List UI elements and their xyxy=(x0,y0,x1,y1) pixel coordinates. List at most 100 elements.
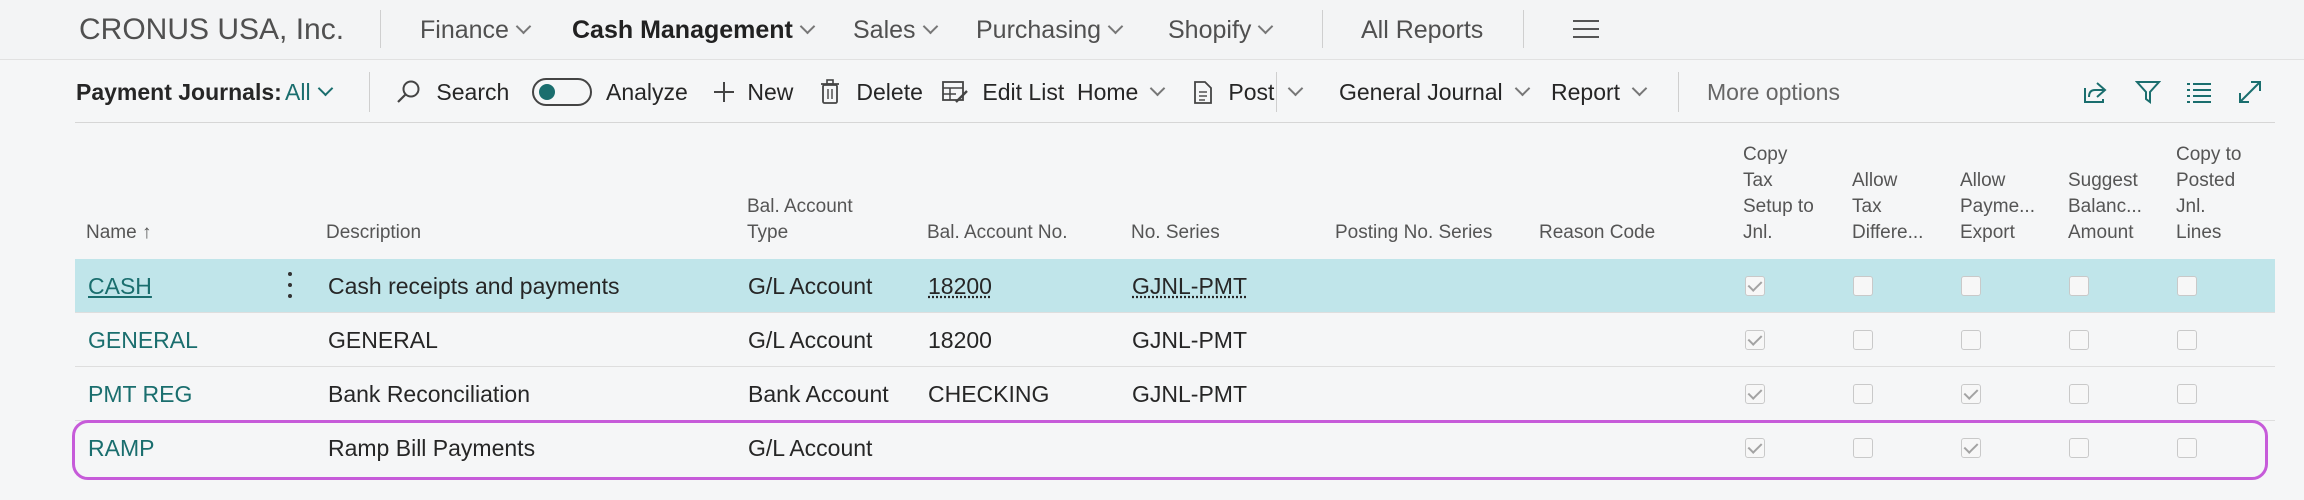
home-menu[interactable]: Home xyxy=(1077,61,1166,123)
filter-button[interactable] xyxy=(2135,61,2161,123)
header-line: Allow xyxy=(1960,170,2006,191)
suggest-balancing-checkbox[interactable] xyxy=(2069,276,2089,296)
row-no-series[interactable]: GJNL-PMT xyxy=(1132,367,1247,421)
row-actions-icon[interactable] xyxy=(288,272,292,298)
copy-to-posted-checkbox[interactable] xyxy=(2177,276,2197,296)
new-button[interactable]: New xyxy=(713,61,793,123)
nav-cash-management[interactable]: Cash Management xyxy=(572,0,816,60)
edit-list-icon xyxy=(942,81,968,103)
row-name-link[interactable]: GENERAL xyxy=(88,313,198,367)
header-line: Tax xyxy=(1852,196,1882,217)
chevron-down-icon xyxy=(1514,80,1530,97)
row-name-link[interactable]: CASH xyxy=(88,259,152,313)
nav-finance[interactable]: Finance xyxy=(420,0,532,60)
suggest-balancing-checkbox[interactable] xyxy=(2069,330,2089,350)
copy-to-posted-checkbox[interactable] xyxy=(2177,438,2197,458)
row-description[interactable]: GENERAL xyxy=(328,313,438,367)
copy-tax-checkbox[interactable] xyxy=(1745,438,1765,458)
col-allow-tax-difference[interactable]: Allow Tax Differe... xyxy=(1852,168,1923,246)
allow-tax-difference-checkbox[interactable] xyxy=(1853,276,1873,296)
edit-list-button[interactable]: Edit List xyxy=(942,61,1064,123)
chevron-down-icon xyxy=(1107,18,1124,35)
col-allow-payment-export[interactable]: Allow Payme... Export xyxy=(1960,168,2035,246)
copy-to-posted-checkbox[interactable] xyxy=(2177,330,2197,350)
chevron-down-icon xyxy=(317,80,333,97)
copy-to-posted-checkbox[interactable] xyxy=(2177,384,2197,404)
row-bal-account-no[interactable]: CHECKING xyxy=(928,367,1049,421)
nav-shopify[interactable]: Shopify xyxy=(1168,0,1274,60)
nav-sales[interactable]: Sales xyxy=(853,0,938,60)
table-row[interactable]: RAMP Ramp Bill Payments G/L Account xyxy=(75,421,2275,475)
trash-icon xyxy=(821,79,839,104)
row-name-link[interactable]: PMT REG xyxy=(88,367,192,421)
copy-tax-checkbox[interactable] xyxy=(1745,384,1765,404)
general-journal-menu[interactable]: General Journal xyxy=(1339,61,1530,123)
company-name[interactable]: CRONUS USA, Inc. xyxy=(79,0,344,60)
top-navigation: CRONUS USA, Inc. Finance Cash Management… xyxy=(0,0,2304,60)
nav-label: Sales xyxy=(853,16,916,44)
search-button[interactable]: Search xyxy=(396,61,509,123)
share-button[interactable] xyxy=(2083,61,2109,123)
post-options-dropdown[interactable] xyxy=(1284,61,1304,123)
col-reason-code[interactable]: Reason Code xyxy=(1539,220,1655,246)
row-bal-account-no[interactable]: 18200 xyxy=(928,259,992,313)
col-name[interactable]: Name ↑ xyxy=(86,220,151,246)
search-icon xyxy=(397,80,420,103)
row-no-series[interactable]: GJNL-PMT xyxy=(1132,259,1247,313)
col-bal-account-no[interactable]: Bal. Account No. xyxy=(927,220,1067,246)
allow-payment-export-checkbox[interactable] xyxy=(1961,438,1981,458)
row-name-link[interactable]: RAMP xyxy=(88,421,154,475)
row-bal-account-type[interactable]: G/L Account xyxy=(748,421,872,475)
table-row[interactable]: GENERAL GENERAL G/L Account 18200 GJNL-P… xyxy=(75,313,2275,367)
row-bal-account-type[interactable]: Bank Account xyxy=(748,367,889,421)
col-posting-no-series[interactable]: Posting No. Series xyxy=(1335,220,1492,246)
copy-tax-checkbox[interactable] xyxy=(1745,276,1765,296)
row-bal-account-type[interactable]: G/L Account xyxy=(748,313,872,367)
analyze-toggle[interactable] xyxy=(532,78,592,106)
allow-payment-export-checkbox[interactable] xyxy=(1961,384,1981,404)
delete-button[interactable]: Delete xyxy=(820,61,923,123)
nav-divider xyxy=(380,10,381,48)
view-filter-dropdown[interactable]: All xyxy=(285,61,333,123)
col-copy-to-posted-lines[interactable]: Copy to Posted Jnl. Lines xyxy=(2176,142,2241,246)
header-line: Differe... xyxy=(1852,222,1924,243)
header-line: Tax xyxy=(1743,170,1773,191)
expand-button[interactable] xyxy=(2237,61,2263,123)
toolbar-divider xyxy=(1276,72,1277,112)
allow-tax-difference-checkbox[interactable] xyxy=(1853,330,1873,350)
header-line: Copy xyxy=(1743,144,1788,165)
row-bal-account-type[interactable]: G/L Account xyxy=(748,259,872,313)
nav-label: Shopify xyxy=(1168,16,1252,44)
header-line: Payme... xyxy=(1960,196,2035,217)
row-description[interactable]: Ramp Bill Payments xyxy=(328,421,535,475)
row-description[interactable]: Bank Reconciliation xyxy=(328,367,530,421)
allow-tax-difference-checkbox[interactable] xyxy=(1853,384,1873,404)
allow-payment-export-checkbox[interactable] xyxy=(1961,276,1981,296)
nav-all-reports[interactable]: All Reports xyxy=(1361,0,1483,60)
table-row[interactable]: PMT REG Bank Reconciliation Bank Account… xyxy=(75,367,2275,421)
hamburger-menu-icon[interactable] xyxy=(1573,20,1599,44)
copy-tax-checkbox[interactable] xyxy=(1745,330,1765,350)
col-copy-tax-setup[interactable]: Copy Tax Setup to Jnl. xyxy=(1743,142,1814,246)
share-icon xyxy=(2084,82,2107,103)
row-description[interactable]: Cash receipts and payments xyxy=(328,259,620,313)
more-options-button[interactable]: More options xyxy=(1707,61,1840,123)
list-view-button[interactable] xyxy=(2186,61,2212,123)
header-line: Suggest xyxy=(2068,170,2138,191)
report-menu[interactable]: Report xyxy=(1551,61,1648,123)
col-bal-account-type[interactable]: Bal. Account Type xyxy=(747,194,853,246)
nav-purchasing[interactable]: Purchasing xyxy=(976,0,1124,60)
allow-tax-difference-checkbox[interactable] xyxy=(1853,438,1873,458)
header-line: Balanc... xyxy=(2068,196,2142,217)
suggest-balancing-checkbox[interactable] xyxy=(2069,384,2089,404)
row-no-series[interactable]: GJNL-PMT xyxy=(1132,313,1247,367)
col-description[interactable]: Description xyxy=(326,220,421,246)
chevron-down-icon xyxy=(922,18,938,35)
col-no-series[interactable]: No. Series xyxy=(1131,220,1220,246)
suggest-balancing-checkbox[interactable] xyxy=(2069,438,2089,458)
post-button[interactable]: Post xyxy=(1192,61,1274,123)
table-row[interactable]: CASH Cash receipts and payments G/L Acco… xyxy=(75,259,2275,313)
col-suggest-balancing-amount[interactable]: Suggest Balanc... Amount xyxy=(2068,168,2142,246)
row-bal-account-no[interactable]: 18200 xyxy=(928,313,992,367)
allow-payment-export-checkbox[interactable] xyxy=(1961,330,1981,350)
